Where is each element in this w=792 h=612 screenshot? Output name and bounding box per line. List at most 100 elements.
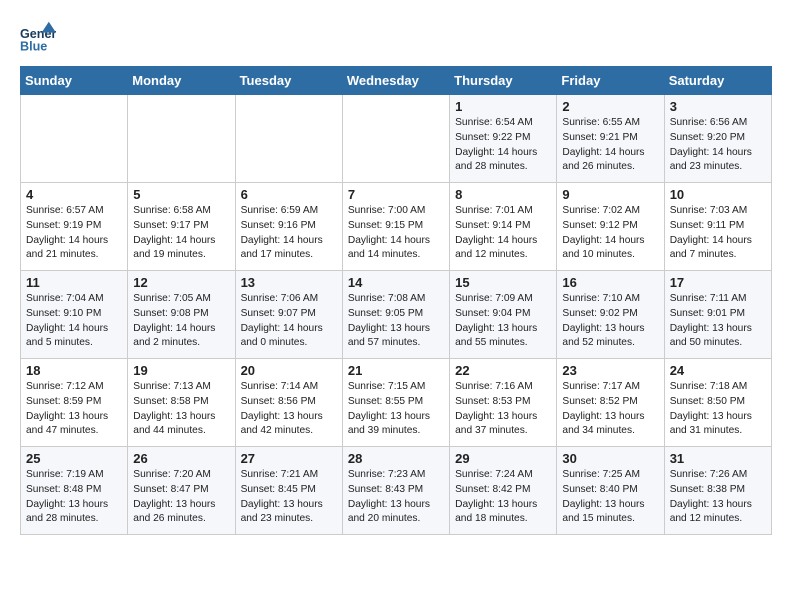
day-number: 3 [670,99,766,114]
calendar-cell: 11 Sunrise: 7:04 AMSunset: 9:10 PMDayligh… [21,271,128,359]
day-info: Sunrise: 7:14 AMSunset: 8:56 PMDaylight:… [241,380,337,439]
weekday-header: Tuesday [235,67,342,95]
calendar-cell: 19 Sunrise: 7:13 AMSunset: 8:58 PMDayligh… [128,359,235,447]
calendar-cell: 18 Sunrise: 7:12 AMSunset: 8:59 PMDayligh… [21,359,128,447]
calendar-cell: 5 Sunrise: 6:58 AMSunset: 9:17 PMDaylight… [128,183,235,271]
weekday-header: Thursday [450,67,557,95]
day-info: Sunrise: 7:21 AMSunset: 8:45 PMDaylight:… [241,468,337,527]
day-number: 25 [26,451,122,466]
calendar-cell: 22 Sunrise: 7:16 AMSunset: 8:53 PMDayligh… [450,359,557,447]
calendar-cell [235,95,342,183]
calendar-cell [21,95,128,183]
day-info: Sunrise: 6:59 AMSunset: 9:16 PMDaylight:… [241,204,337,263]
calendar-cell: 2 Sunrise: 6:55 AMSunset: 9:21 PMDaylight… [557,95,664,183]
calendar-cell: 16 Sunrise: 7:10 AMSunset: 9:02 PMDayligh… [557,271,664,359]
day-info: Sunrise: 7:04 AMSunset: 9:10 PMDaylight:… [26,292,122,351]
calendar-cell: 13Sunrise: 7:06 AMSunset: 9:07 PMDayligh… [235,271,342,359]
calendar-cell [342,95,449,183]
day-info: Sunrise: 6:58 AMSunset: 9:17 PMDaylight:… [133,204,229,263]
day-number: 26 [133,451,229,466]
day-info: Sunrise: 7:01 AMSunset: 9:14 PMDaylight:… [455,204,551,263]
day-info: Sunrise: 7:08 AMSunset: 9:05 PMDaylight:… [348,292,444,351]
day-info: Sunrise: 6:56 AMSunset: 9:20 PMDaylight:… [670,116,766,175]
calendar-cell: 9 Sunrise: 7:02 AMSunset: 9:12 PMDaylight… [557,183,664,271]
day-number: 8 [455,187,551,202]
day-number: 14 [348,275,444,290]
day-number: 7 [348,187,444,202]
day-number: 19 [133,363,229,378]
day-info: Sunrise: 7:12 AMSunset: 8:59 PMDaylight:… [26,380,122,439]
weekday-header: Wednesday [342,67,449,95]
calendar-cell: 27 Sunrise: 7:21 AMSunset: 8:45 PMDayligh… [235,447,342,535]
calendar-cell: 14 Sunrise: 7:08 AMSunset: 9:05 PMDayligh… [342,271,449,359]
calendar-cell: 12 Sunrise: 7:05 AMSunset: 9:08 PMDayligh… [128,271,235,359]
calendar-cell: 10 Sunrise: 7:03 AMSunset: 9:11 PMDayligh… [664,183,771,271]
calendar-cell: 21 Sunrise: 7:15 AMSunset: 8:55 PMDayligh… [342,359,449,447]
day-info: Sunrise: 7:03 AMSunset: 9:11 PMDaylight:… [670,204,766,263]
page-header: General Blue [20,20,772,56]
day-number: 2 [562,99,658,114]
day-info: Sunrise: 7:19 AMSunset: 8:48 PMDaylight:… [26,468,122,527]
svg-text:Blue: Blue [20,40,47,54]
calendar-cell: 15Sunrise: 7:09 AMSunset: 9:04 PMDayligh… [450,271,557,359]
day-info: Sunrise: 6:54 AMSunset: 9:22 PMDaylight:… [455,116,551,175]
day-number: 20 [241,363,337,378]
weekday-header: Monday [128,67,235,95]
day-number: 5 [133,187,229,202]
day-number: 18 [26,363,122,378]
day-number: 24 [670,363,766,378]
day-info: Sunrise: 7:09 AMSunset: 9:04 PMDaylight:… [455,292,551,351]
calendar-cell: 6Sunrise: 6:59 AMSunset: 9:16 PMDaylight… [235,183,342,271]
day-info: Sunrise: 7:17 AMSunset: 8:52 PMDaylight:… [562,380,658,439]
day-info: Sunrise: 7:13 AMSunset: 8:58 PMDaylight:… [133,380,229,439]
calendar-cell: 26 Sunrise: 7:20 AMSunset: 8:47 PMDayligh… [128,447,235,535]
calendar-cell: 28 Sunrise: 7:23 AMSunset: 8:43 PMDayligh… [342,447,449,535]
day-info: Sunrise: 7:24 AMSunset: 8:42 PMDaylight:… [455,468,551,527]
day-number: 10 [670,187,766,202]
calendar-cell: 24Sunrise: 7:18 AMSunset: 8:50 PMDayligh… [664,359,771,447]
day-number: 28 [348,451,444,466]
calendar-cell: 23Sunrise: 7:17 AMSunset: 8:52 PMDayligh… [557,359,664,447]
day-number: 31 [670,451,766,466]
day-info: Sunrise: 7:02 AMSunset: 9:12 PMDaylight:… [562,204,658,263]
day-number: 12 [133,275,229,290]
weekday-header: Saturday [664,67,771,95]
calendar-cell: 25 Sunrise: 7:19 AMSunset: 8:48 PMDayligh… [21,447,128,535]
calendar-cell: 8 Sunrise: 7:01 AMSunset: 9:14 PMDaylight… [450,183,557,271]
day-number: 9 [562,187,658,202]
day-info: Sunrise: 7:15 AMSunset: 8:55 PMDaylight:… [348,380,444,439]
calendar-cell: 4 Sunrise: 6:57 AMSunset: 9:19 PMDaylight… [21,183,128,271]
logo: General Blue [20,20,60,56]
day-info: Sunrise: 7:20 AMSunset: 8:47 PMDaylight:… [133,468,229,527]
day-number: 16 [562,275,658,290]
calendar-cell: 1Sunrise: 6:54 AMSunset: 9:22 PMDaylight… [450,95,557,183]
calendar-cell: 30 Sunrise: 7:25 AMSunset: 8:40 PMDayligh… [557,447,664,535]
day-number: 17 [670,275,766,290]
day-info: Sunrise: 7:16 AMSunset: 8:53 PMDaylight:… [455,380,551,439]
day-number: 4 [26,187,122,202]
day-number: 27 [241,451,337,466]
calendar-cell: 31 Sunrise: 7:26 AMSunset: 8:38 PMDayligh… [664,447,771,535]
day-number: 11 [26,275,122,290]
calendar-cell [128,95,235,183]
day-info: Sunrise: 7:06 AMSunset: 9:07 PMDaylight:… [241,292,337,351]
calendar-cell: 3 Sunrise: 6:56 AMSunset: 9:20 PMDaylight… [664,95,771,183]
calendar-cell: 29Sunrise: 7:24 AMSunset: 8:42 PMDayligh… [450,447,557,535]
calendar-table: SundayMondayTuesdayWednesdayThursdayFrid… [20,66,772,535]
day-info: Sunrise: 7:05 AMSunset: 9:08 PMDaylight:… [133,292,229,351]
weekday-header: Sunday [21,67,128,95]
day-info: Sunrise: 7:11 AMSunset: 9:01 PMDaylight:… [670,292,766,351]
day-info: Sunrise: 7:10 AMSunset: 9:02 PMDaylight:… [562,292,658,351]
day-info: Sunrise: 7:00 AMSunset: 9:15 PMDaylight:… [348,204,444,263]
day-number: 30 [562,451,658,466]
day-info: Sunrise: 7:26 AMSunset: 8:38 PMDaylight:… [670,468,766,527]
day-info: Sunrise: 6:57 AMSunset: 9:19 PMDaylight:… [26,204,122,263]
day-number: 22 [455,363,551,378]
logo-icon: General Blue [20,20,56,56]
weekday-header: Friday [557,67,664,95]
day-info: Sunrise: 6:55 AMSunset: 9:21 PMDaylight:… [562,116,658,175]
day-number: 21 [348,363,444,378]
day-info: Sunrise: 7:25 AMSunset: 8:40 PMDaylight:… [562,468,658,527]
day-info: Sunrise: 7:23 AMSunset: 8:43 PMDaylight:… [348,468,444,527]
calendar-cell: 17 Sunrise: 7:11 AMSunset: 9:01 PMDayligh… [664,271,771,359]
